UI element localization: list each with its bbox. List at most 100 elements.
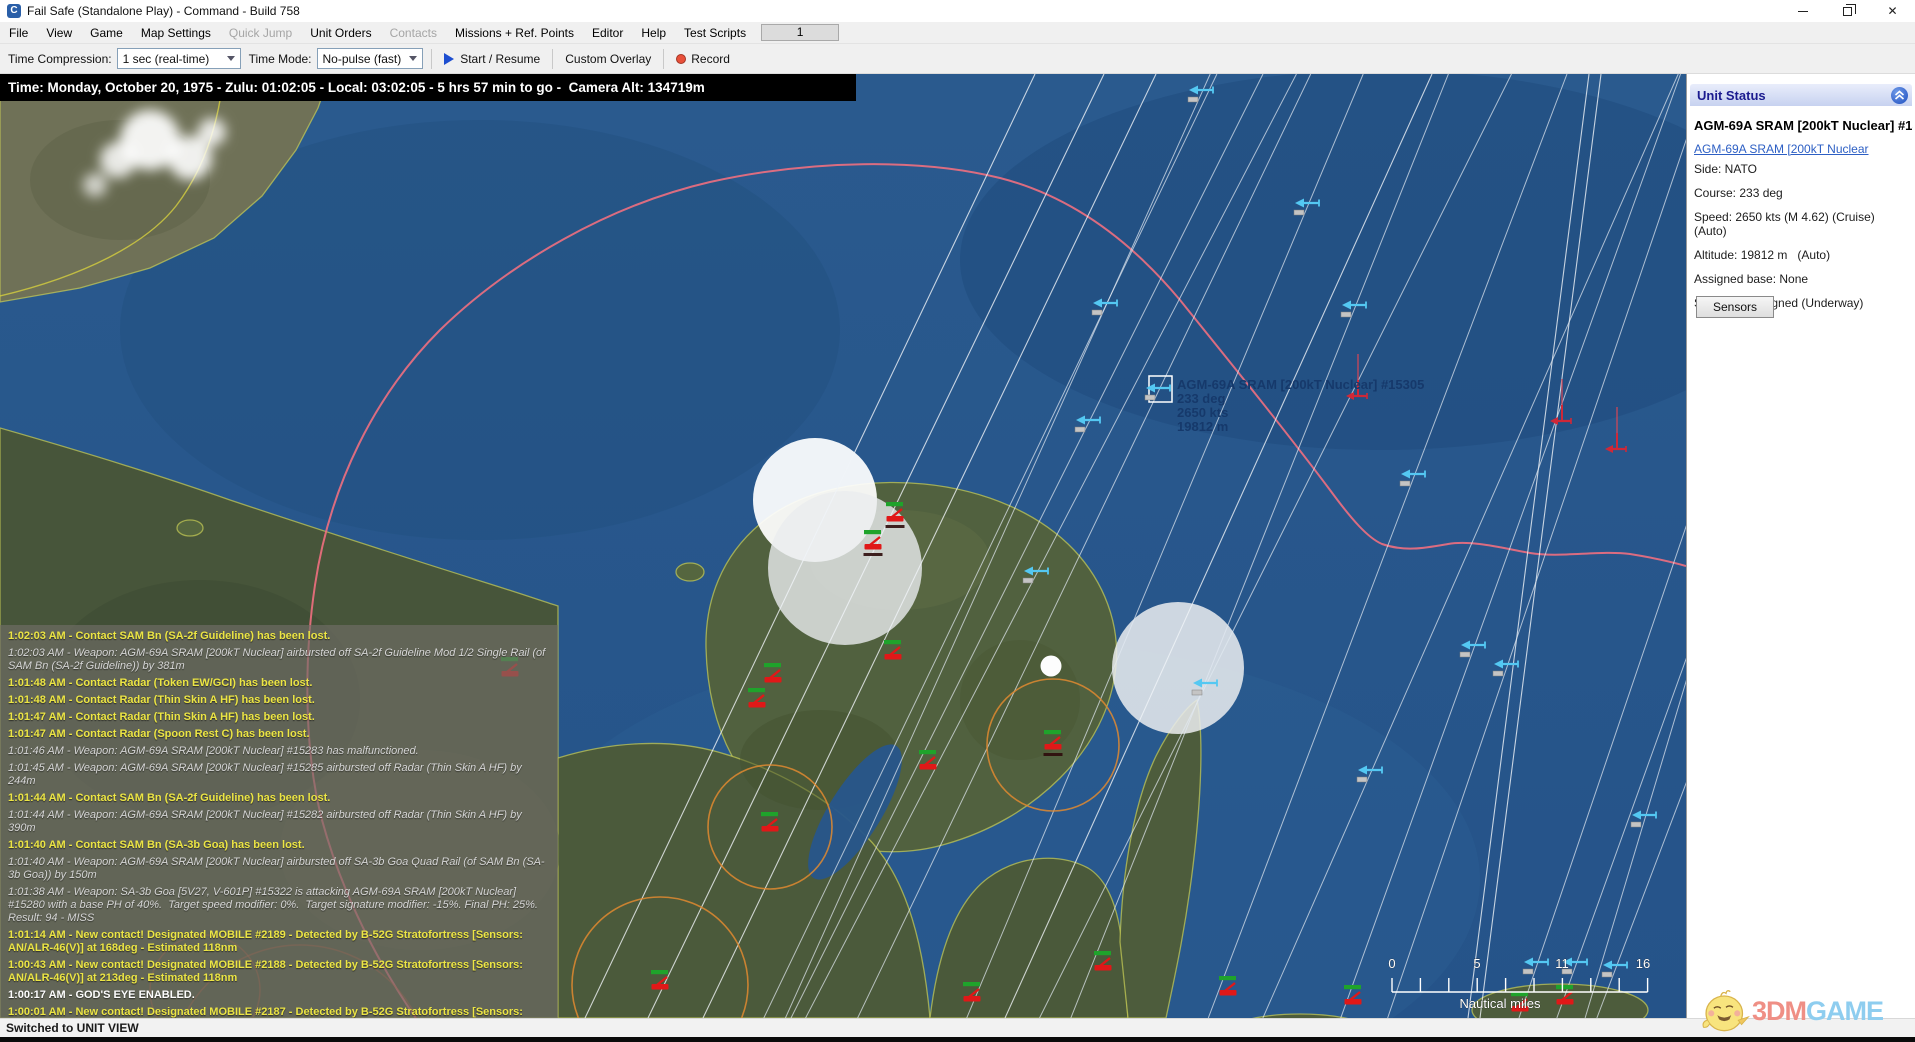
menu-item-test-scripts[interactable]: Test Scripts: [675, 23, 755, 43]
island-small: [177, 520, 203, 536]
datalink-box: [1075, 427, 1085, 432]
unit-status-panel: Unit Status AGM-69A SRAM [200kT Nuclear]…: [1686, 74, 1915, 1018]
unit-status-title: Unit Status: [1697, 88, 1766, 103]
datalink-box: [1631, 822, 1641, 827]
map[interactable]: AGM-69A SRAM [200kT Nuclear] #15305233 d…: [0, 74, 1686, 1018]
health-bar: [1044, 730, 1061, 734]
restore-icon: [1843, 7, 1852, 16]
log-message: 1:01:44 AM - Contact SAM Bn (SA-2f Guide…: [8, 792, 550, 805]
selected-unit-label: 233 deg: [1177, 391, 1225, 406]
test-scripts-count[interactable]: 1: [761, 24, 839, 41]
sam-launcher-icon: [1345, 999, 1362, 1005]
unit-db-link[interactable]: AGM-69A SRAM [200kT Nuclear: [1694, 142, 1913, 156]
chevron-down-icon: [409, 56, 417, 61]
datalink-box: [1188, 97, 1198, 102]
health-bar: [884, 640, 901, 644]
sensors-button[interactable]: Sensors: [1696, 296, 1774, 318]
selected-unit-label: 19812 m: [1177, 419, 1228, 434]
sam-launcher-icon: [865, 544, 882, 550]
toolbar-separator: [663, 49, 664, 69]
menu-item-unit-orders[interactable]: Unit Orders: [301, 23, 380, 43]
datalink-box: [1493, 671, 1503, 676]
datalink-box: [1341, 312, 1351, 317]
unit-field: Course: 233 deg: [1694, 186, 1913, 200]
health-bar: [919, 750, 936, 754]
sam-launcher-icon: [762, 826, 779, 832]
log-message: 1:02:03 AM - Weapon: AGM-69A SRAM [200kT…: [8, 647, 550, 673]
damage-bar: [1044, 753, 1063, 756]
health-bar: [886, 502, 903, 506]
close-icon: ✕: [1887, 4, 1897, 18]
restore-button[interactable]: [1825, 0, 1870, 22]
log-message: 1:00:43 AM - New contact! Designated MOB…: [8, 959, 550, 985]
time-status-bar: Time: Monday, October 20, 1975 - Zulu: 0…: [0, 74, 856, 101]
toolbar-separator: [431, 49, 432, 69]
health-bar: [864, 530, 881, 534]
time-mode-label: Time Mode:: [249, 52, 312, 66]
menu-item-view[interactable]: View: [37, 23, 81, 43]
health-bar: [1219, 976, 1236, 980]
minimize-button[interactable]: [1780, 0, 1825, 22]
chick-mascot-icon: [1700, 982, 1752, 1036]
collapse-button[interactable]: [1891, 87, 1908, 104]
log-message: 1:01:48 AM - Contact Radar (Token EW/GCI…: [8, 677, 550, 690]
menu-item-missions-ref-points[interactable]: Missions + Ref. Points: [446, 23, 583, 43]
unit-field: Altitude: 19812 m (Auto): [1694, 248, 1913, 262]
log-message: 1:01:47 AM - Contact Radar (Spoon Rest C…: [8, 728, 550, 741]
unit-field: Assigned base: None: [1694, 272, 1913, 286]
watermark-text: 3DMGAME: [1752, 986, 1883, 1036]
scale-label: 5: [1473, 956, 1480, 971]
sam-launcher-icon: [1045, 744, 1062, 750]
menu-item-file[interactable]: File: [0, 23, 37, 43]
datalink-box: [1145, 395, 1155, 400]
log-message: 1:01:44 AM - Weapon: AGM-69A SRAM [200kT…: [8, 809, 550, 835]
title-bar: C Fail Safe (Standalone Play) - Command …: [0, 0, 1915, 22]
log-message: 1:01:45 AM - Weapon: AGM-69A SRAM [200kT…: [8, 762, 550, 788]
datalink-box: [1023, 578, 1033, 583]
toolbar: Time Compression: 1 sec (real-time) Time…: [0, 44, 1915, 74]
log-message: 1:01:48 AM - Contact Radar (Thin Skin A …: [8, 694, 550, 707]
damage-bar: [864, 553, 883, 556]
sam-launcher-icon: [920, 764, 937, 770]
menu-item-map-settings[interactable]: Map Settings: [132, 23, 220, 43]
sam-launcher-icon: [749, 702, 766, 708]
unit-status-header: Unit Status: [1690, 84, 1912, 106]
health-bar: [1344, 985, 1361, 989]
island-small: [676, 563, 704, 581]
sam-launcher-icon: [1220, 990, 1237, 996]
menu-bar: FileViewGameMap SettingsQuick JumpUnit O…: [0, 22, 1915, 44]
health-bar: [1556, 985, 1573, 989]
menu-item-editor[interactable]: Editor: [583, 23, 632, 43]
record-button[interactable]: Record: [672, 49, 734, 69]
sam-launcher-icon: [652, 984, 669, 990]
custom-overlay-button[interactable]: Custom Overlay: [561, 49, 655, 69]
datalink-box: [1400, 481, 1410, 486]
time-mode-select[interactable]: No-pulse (fast): [317, 48, 424, 69]
blast-circle: [1112, 602, 1244, 734]
log-message: 1:01:47 AM - Contact Radar (Thin Skin A …: [8, 711, 550, 724]
health-bar: [963, 982, 980, 986]
selected-unit-label: 2650 kts: [1177, 405, 1228, 420]
menu-item-help[interactable]: Help: [632, 23, 675, 43]
app-icon: C: [7, 4, 21, 18]
datalink-box: [1357, 777, 1367, 782]
log-message: 1:02:03 AM - Contact SAM Bn (SA-2f Guide…: [8, 630, 550, 643]
start-resume-button[interactable]: Start / Resume: [440, 49, 544, 69]
log-message: 1:01:46 AM - Weapon: AGM-69A SRAM [200kT…: [8, 745, 550, 758]
minimize-icon: [1798, 11, 1808, 12]
health-bar: [761, 812, 778, 816]
chevron-down-icon: [227, 56, 235, 61]
health-bar: [748, 688, 765, 692]
unit-field: Speed: 2650 kts (M 4.62) (Cruise) (Auto): [1694, 210, 1913, 238]
record-icon: [676, 54, 686, 64]
health-bar: [764, 663, 781, 667]
menu-item-contacts: Contacts: [381, 23, 446, 43]
scale-label: 16: [1636, 956, 1650, 971]
message-log[interactable]: 1:02:03 AM - Contact SAM Bn (SA-2f Guide…: [0, 625, 558, 1042]
sam-launcher-icon: [765, 677, 782, 683]
time-compression-label: Time Compression:: [8, 52, 112, 66]
toolbar-separator: [552, 49, 553, 69]
close-button[interactable]: ✕: [1870, 0, 1915, 22]
menu-item-game[interactable]: Game: [81, 23, 132, 43]
time-compression-select[interactable]: 1 sec (real-time): [117, 48, 241, 69]
